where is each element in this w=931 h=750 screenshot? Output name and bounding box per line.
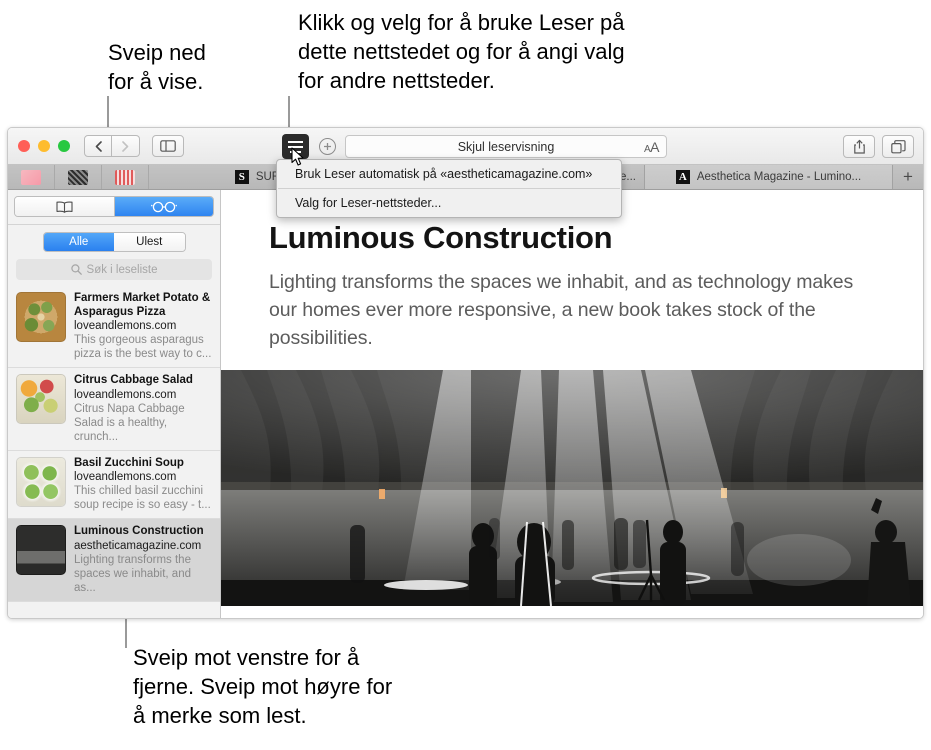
address-bar-text: Skjul leservisning [457,139,555,154]
sidebar: Alle Ulest Søk i leseliste Farmers Marke… [8,190,221,618]
glasses-icon [150,201,177,212]
list-item-text: Citrus Cabbage Salad loveandlemons.com C… [74,374,214,444]
toggle-sidebar-button[interactable] [152,135,184,157]
list-item-text: Luminous Construction aestheticamagazine… [74,525,214,595]
address-bar[interactable]: Skjul leservisning AA [345,135,667,158]
list-item[interactable]: Farmers Market Potato & Asparagus Pizza … [8,286,220,368]
back-button[interactable] [84,135,112,157]
show-all-tabs-button[interactable] [882,135,914,158]
filter-unread-button[interactable]: Ulest [114,233,185,251]
sidebar-mode-segment [14,196,214,217]
light-installation-photo [221,370,923,606]
sidebar-item-bookmarks[interactable] [15,197,115,216]
minimize-window-button[interactable] [38,140,50,152]
menu-item-reader-site-settings[interactable]: Valg for Leser-nettsteder... [277,192,621,214]
add-bookmark-button[interactable] [319,138,336,155]
forward-button[interactable] [112,135,140,157]
navigation-buttons [84,135,140,157]
share-button[interactable] [843,135,875,158]
list-item-text: Basil Zucchini Soup loveandlemons.com Th… [74,457,214,513]
favorite-thumb-red [115,169,135,185]
article-subtitle: Lighting transforms the spaces we inhabi… [269,271,854,349]
tab-favicon-surface: S [234,170,249,184]
chevron-left-icon [95,140,102,152]
filter-all-button[interactable]: Alle [43,233,114,251]
list-item-thumbnail [16,374,66,424]
search-icon [70,264,82,275]
share-icon [853,139,865,154]
page-title: Luminous Construction [269,220,613,255]
list-item-title: Luminous Construction [74,525,204,537]
list-item-url: aestheticamagazine.com [74,539,202,552]
search-input[interactable]: Søk i leseliste [16,259,212,280]
list-item-text: Farmers Market Potato & Asparagus Pizza … [74,292,214,361]
favorite-item[interactable] [8,165,55,189]
list-item[interactable]: Luminous Construction aestheticamagazine… [8,519,220,602]
mouse-cursor [291,147,304,166]
screenshot-root: Sveip ned for å vise. Klikk og velg for … [0,0,931,750]
list-item-title: Farmers Market Potato & Asparagus Pizza [74,292,211,318]
window-controls [18,140,70,152]
list-item-thumbnail [16,525,66,575]
text-size-button[interactable]: AA [644,138,660,155]
article-reader-view: Luminous Construction Lighting transform… [221,190,923,618]
menu-separator [278,188,620,189]
book-icon [56,200,73,213]
list-item-thumbnail [16,292,66,342]
sidebar-icon [160,140,176,152]
reading-list-filter-segment: Alle Ulest [42,232,186,252]
tab-aesthetica[interactable]: A Aesthetica Magazine - Lumino... [645,165,893,189]
list-item-thumbnail [16,456,66,507]
zoom-window-button[interactable] [58,140,70,152]
menu-item-auto-reader[interactable]: Bruk Leser automatisk på «aestheticamaga… [277,163,621,185]
list-item[interactable]: Citrus Cabbage Salad loveandlemons.com C… [8,368,220,451]
list-item-title: Citrus Cabbage Salad [74,374,193,386]
favorite-item[interactable] [102,165,149,189]
tab-label: Aesthetica Magazine - Lumino... [696,171,862,183]
list-item-snippet: Citrus Napa Cabbage Salad is a healthy, … [74,402,185,443]
favorite-item[interactable] [55,165,102,189]
search-placeholder: Søk i leseliste [86,263,158,276]
favorite-thumb-pink [21,169,41,185]
list-item-url: loveandlemons.com [74,471,177,483]
toolbar-right-buttons [843,135,914,158]
tab-overview-icon [890,139,906,153]
list-item-snippet: This gorgeous asparagus pizza is the bes… [74,334,212,360]
text-size-big-label: A [650,138,659,155]
favorite-thumb-dark [68,169,88,185]
close-window-button[interactable] [18,140,30,152]
callout-swipe-list: Sveip mot venstre for å fjerne. Sveip mo… [133,645,393,728]
list-item-url: loveandlemons.com [74,388,177,401]
plus-circle-icon [324,143,331,150]
callout-reader-menu: Klikk og velg for å bruke Leser på dette… [298,10,625,93]
article-hero-image [221,370,923,606]
list-item[interactable]: Basil Zucchini Soup loveandlemons.com Th… [8,451,220,519]
tab-favicon-aesthetica: A [675,170,690,184]
list-item-snippet: Lighting transforms the spaces we inhabi… [74,553,191,594]
sidebar-divider [8,224,220,225]
list-item-title: Basil Zucchini Soup [74,456,184,469]
window-body: Alle Ulest Søk i leseliste Farmers Marke… [8,190,923,618]
list-item-url: loveandlemons.com [74,320,177,332]
callout-swipe-down: Sveip ned for å vise. [108,40,206,94]
sidebar-item-reading-list[interactable] [114,197,213,216]
chevron-right-icon [122,140,129,152]
list-item-snippet: This chilled basil zucchini soup recipe … [74,485,211,511]
reading-list: Farmers Market Potato & Asparagus Pizza … [8,286,220,618]
new-tab-button[interactable]: + [893,165,923,189]
reader-options-menu: Bruk Leser automatisk på «aestheticamaga… [276,159,622,218]
